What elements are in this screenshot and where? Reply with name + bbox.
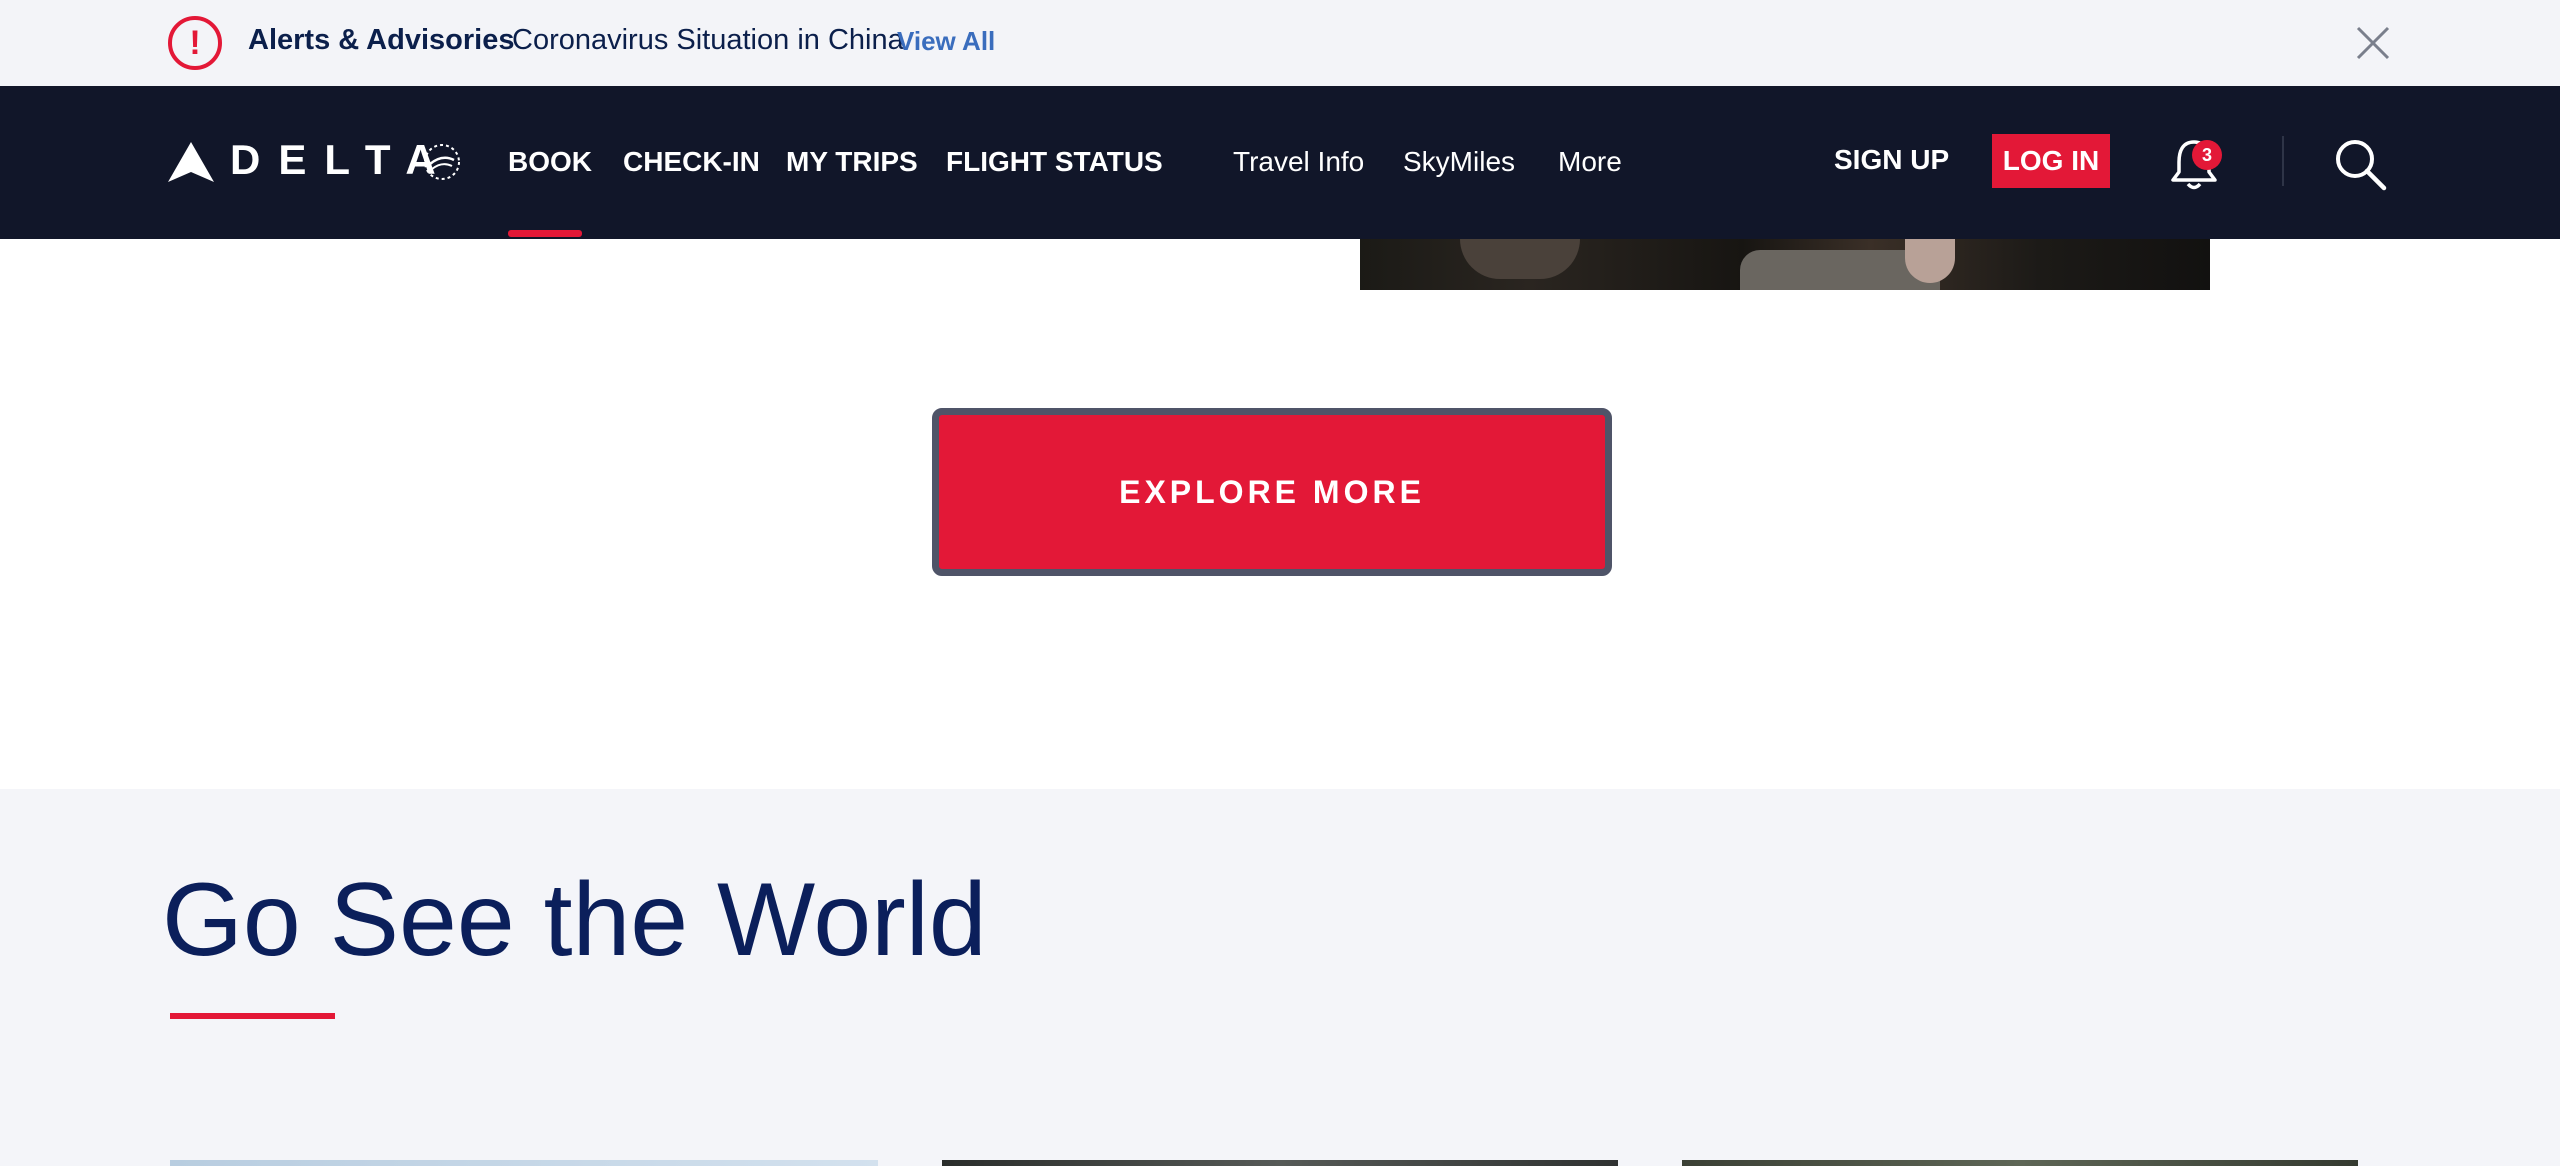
sign-up-button[interactable]: SIGN UP — [1834, 144, 1949, 176]
destination-card[interactable] — [170, 1160, 878, 1166]
close-icon[interactable] — [2348, 18, 2398, 68]
destination-card[interactable] — [1682, 1160, 2358, 1166]
nav-skymiles[interactable]: SkyMiles — [1403, 146, 1515, 178]
section-title: Go See the World — [162, 862, 987, 978]
destination-card[interactable] — [942, 1160, 1618, 1166]
alert-bar: ! Alerts & Advisories Coronavirus Situat… — [0, 0, 2560, 86]
main-nav: DELTA BOOK CHECK-IN MY TRIPS FLIGHT STAT… — [0, 86, 2560, 239]
alert-message-link[interactable]: Coronavirus Situation in China — [512, 24, 904, 57]
nav-book[interactable]: BOOK — [508, 146, 592, 178]
view-all-link[interactable]: View All — [897, 26, 995, 57]
widget-logo-icon — [168, 142, 214, 182]
nav-more[interactable]: More — [1558, 146, 1622, 178]
log-in-button[interactable]: LOG IN — [1992, 134, 2110, 188]
nav-flight-status[interactable]: FLIGHT STATUS — [946, 146, 1163, 178]
skyteam-icon — [424, 144, 460, 180]
nav-divider — [2282, 136, 2284, 186]
logo-wordmark: DELTA — [230, 136, 454, 183]
title-underline — [170, 1013, 335, 1019]
go-see-the-world-section: Go See the World — [0, 789, 2560, 1166]
active-tab-indicator — [508, 230, 582, 237]
notification-count-badge: 3 — [2192, 140, 2222, 170]
alert-title: Alerts & Advisories — [248, 24, 515, 56]
search-icon[interactable] — [2332, 136, 2388, 192]
nav-my-trips[interactable]: MY TRIPS — [786, 146, 918, 178]
exclamation-circle-icon: ! — [168, 16, 222, 70]
nav-check-in[interactable]: CHECK-IN — [623, 146, 760, 178]
nav-travel-info[interactable]: Travel Info — [1233, 146, 1364, 178]
delta-logo[interactable]: DELTA — [168, 132, 468, 188]
explore-more-button[interactable]: EXPLORE MORE — [932, 408, 1612, 576]
